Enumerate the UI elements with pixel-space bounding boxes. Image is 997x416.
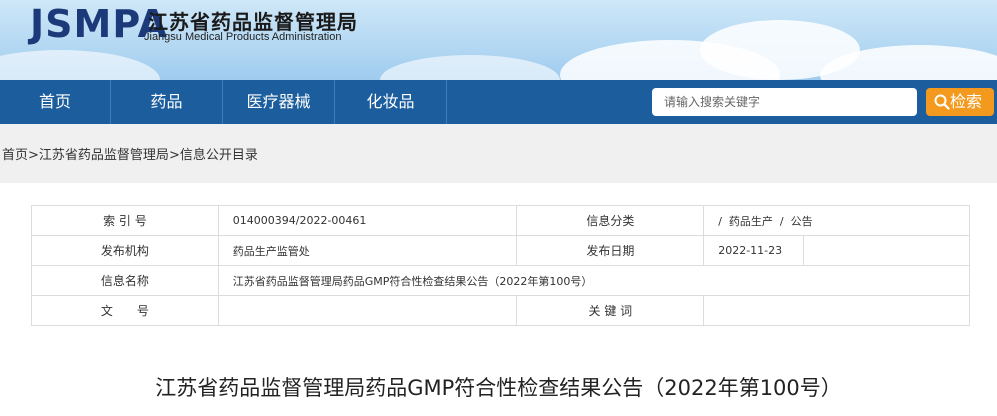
index-value: 014000394/2022-00461 [217, 205, 518, 236]
date-label: 发布日期 [516, 235, 705, 266]
cloud-decoration [0, 50, 160, 80]
keywords-value [703, 295, 970, 326]
keywords-label: 关 键 词 [516, 295, 705, 326]
publisher-value: 药品生产监管处 [217, 235, 518, 266]
table-row: 文 号 关 键 词 [31, 295, 970, 326]
docno-value [217, 295, 518, 326]
breadcrumb-separator: > [168, 148, 180, 163]
cloud-decoration [380, 55, 560, 80]
index-label: 索 引 号 [31, 205, 219, 236]
table-row: 信息名称 江苏省药品监督管理局药品GMP符合性检查结果公告（2022年第100号… [31, 265, 971, 296]
publisher-label: 发布机构 [31, 235, 219, 266]
breadcrumb-level2[interactable]: 信息公开目录 [180, 148, 258, 163]
search-input[interactable] [652, 88, 917, 116]
breadcrumb-bar: 首页>江苏省药品监督管理局>信息公开目录 [0, 124, 997, 183]
search-icon [934, 94, 950, 110]
empty-cell [803, 235, 970, 266]
breadcrumb: 首页>江苏省药品监督管理局>信息公开目录 [2, 144, 258, 163]
docno-label: 文 号 [31, 295, 219, 326]
name-label: 信息名称 [31, 265, 219, 296]
header-banner: JSMPA 江苏省药品监督管理局 Jiangsu Medical Product… [0, 0, 997, 80]
nav-item-home[interactable]: 首页 [0, 80, 111, 124]
category-value: / 药品生产 / 公告 [703, 205, 970, 236]
nav-item-drugs[interactable]: 药品 [111, 80, 223, 124]
breadcrumb-home[interactable]: 首页 [2, 148, 28, 163]
nav-item-cosmetics[interactable]: 化妆品 [335, 80, 447, 124]
date-value: 2022-11-23 [703, 235, 805, 266]
name-value: 江苏省药品监督管理局药品GMP符合性检查结果公告（2022年第100号） [217, 265, 971, 296]
category-label: 信息分类 [516, 205, 705, 236]
org-name-en: Jiangsu Medical Products Administration [144, 31, 342, 43]
table-row: 发布机构 药品生产监管处 发布日期 2022-11-23 [31, 235, 970, 266]
table-row: 索 引 号 014000394/2022-00461 信息分类 / 药品生产 /… [31, 205, 970, 236]
article-title: 江苏省药品监督管理局药品GMP符合性检查结果公告（2022年第100号） [155, 376, 842, 400]
breadcrumb-level1[interactable]: 江苏省药品监督管理局 [39, 148, 169, 163]
search-button-label: 检索 [950, 92, 983, 111]
breadcrumb-separator: > [28, 148, 39, 163]
search-button[interactable]: 检索 [926, 88, 994, 116]
nav-item-medical-devices[interactable]: 医疗器械 [223, 80, 335, 124]
info-table: 索 引 号 014000394/2022-00461 信息分类 / 药品生产 /… [31, 205, 971, 326]
